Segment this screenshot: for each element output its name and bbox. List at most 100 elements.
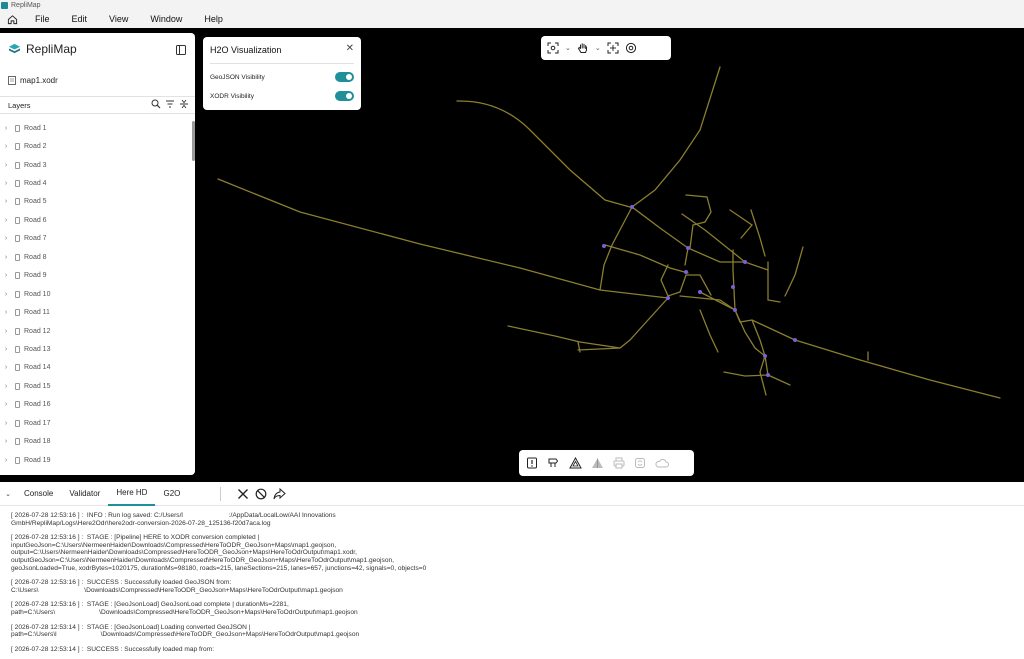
road-icon: [15, 235, 20, 243]
file-row[interactable]: map1.xodr: [8, 76, 58, 85]
road-list-item[interactable]: › Road 1: [0, 119, 190, 137]
menu-file[interactable]: File: [24, 14, 61, 24]
road-list-item[interactable]: › Road 19: [0, 451, 190, 469]
road-icon: [15, 290, 20, 298]
road-edit-icon[interactable]: [547, 457, 560, 469]
road-list: › Road 1 › Road 2 › Road 3 › Road 4 › Road 5 …: [0, 119, 190, 469]
chevron-right-icon[interactable]: ›: [0, 457, 12, 464]
filter-icon[interactable]: [165, 99, 175, 109]
search-icon[interactable]: [151, 99, 161, 109]
collapse-chevron-icon[interactable]: ⌄: [0, 490, 16, 498]
road-icon: [15, 272, 20, 280]
chevron-right-icon[interactable]: ›: [0, 401, 12, 408]
tab-console[interactable]: Console: [16, 482, 61, 506]
dock-panel-icon[interactable]: [176, 42, 186, 60]
road-list-item[interactable]: › Road 13: [0, 340, 190, 358]
road-icon: [15, 345, 20, 353]
road-list-item[interactable]: › Road 16: [0, 396, 190, 414]
log-entry: [ 2026-07-28 12:53:16 ] : STAGE : [GeoJs…: [11, 601, 358, 616]
divider: [220, 486, 222, 501]
road-list-item[interactable]: › Road 12: [0, 322, 190, 340]
log-entry: [ 2026-07-28 12:53:16 ] : SUCCESS : Succ…: [11, 579, 343, 594]
chevron-right-icon[interactable]: ›: [0, 254, 12, 261]
road-list-item[interactable]: › Road 14: [0, 359, 190, 377]
chevron-right-icon[interactable]: ›: [0, 346, 12, 353]
road-list-item[interactable]: › Road 2: [0, 137, 190, 155]
geojson-visibility-toggle[interactable]: [335, 72, 354, 82]
chevron-right-icon[interactable]: ›: [0, 364, 12, 371]
road-list-item[interactable]: › Road 7: [0, 230, 190, 248]
app-window: RepliMap File Edit View Window Help Repl…: [0, 0, 1024, 659]
chevron-right-icon[interactable]: ›: [0, 143, 12, 150]
road-list-item[interactable]: › Road 6: [0, 211, 190, 229]
log-output: [ 2026-07-28 12:53:16 ] : INFO : Run log…: [11, 512, 1018, 659]
collapse-all-icon[interactable]: [179, 99, 189, 109]
road-list-item[interactable]: › Road 10: [0, 285, 190, 303]
warning-sign-icon[interactable]: [526, 457, 538, 469]
focus-target-icon[interactable]: [607, 42, 619, 54]
chevron-right-icon[interactable]: ›: [0, 291, 12, 298]
close-icon[interactable]: [237, 488, 249, 500]
chevron-down-icon[interactable]: ⌄: [595, 44, 601, 52]
road-label: Road 7: [24, 235, 47, 243]
road-network: [217, 66, 1001, 399]
chevron-right-icon[interactable]: ›: [0, 420, 12, 427]
chevron-right-icon[interactable]: ›: [0, 272, 12, 279]
menu-edit[interactable]: Edit: [61, 14, 99, 24]
road-list-item[interactable]: › Road 3: [0, 156, 190, 174]
tab-validator[interactable]: Validator: [61, 482, 108, 506]
road-icon: [15, 382, 20, 390]
menu-window[interactable]: Window: [139, 14, 193, 24]
chevron-right-icon[interactable]: ›: [0, 180, 12, 187]
xodr-visibility-toggle[interactable]: [335, 91, 354, 101]
console-tab-bar: ⌄ Console Validator Here HD G2O: [0, 482, 1024, 506]
road-list-item[interactable]: › Road 4: [0, 174, 190, 192]
chevron-right-icon[interactable]: ›: [0, 383, 12, 390]
chevron-right-icon[interactable]: ›: [0, 198, 12, 205]
tab-here-hd[interactable]: Here HD: [108, 482, 156, 506]
road-list-item[interactable]: › Road 11: [0, 303, 190, 321]
chevron-right-icon[interactable]: ›: [0, 217, 12, 224]
rotate-view-icon[interactable]: [625, 42, 637, 54]
road-list-item[interactable]: › Road 15: [0, 377, 190, 395]
pan-hand-icon[interactable]: [577, 42, 589, 54]
road-label: Road 18: [24, 438, 51, 446]
menu-view[interactable]: View: [98, 14, 139, 24]
chevron-right-icon[interactable]: ›: [0, 328, 12, 335]
terrain-icon[interactable]: [591, 457, 604, 469]
window-title: RepliMap: [11, 1, 41, 9]
road-label: Road 4: [24, 180, 47, 188]
road-icon: [15, 401, 20, 409]
road-label: Road 2: [24, 143, 47, 151]
road-list-item[interactable]: › Road 18: [0, 432, 190, 450]
close-icon[interactable]: ✕: [346, 43, 354, 54]
road-list-scrollbar[interactable]: [192, 121, 195, 161]
lane-triangle-icon[interactable]: [569, 457, 582, 469]
tab-g2o[interactable]: G2O: [155, 482, 188, 506]
road-icon: [15, 180, 20, 188]
road-list-item[interactable]: › Road 9: [0, 267, 190, 285]
chevron-right-icon[interactable]: ›: [0, 309, 12, 316]
road-list-item[interactable]: › Road 17: [0, 414, 190, 432]
road-icon: [15, 198, 20, 206]
road-label: Road 19: [24, 456, 51, 464]
chevron-right-icon[interactable]: ›: [0, 162, 12, 169]
road-list-item[interactable]: › Road 8: [0, 248, 190, 266]
sync-icon[interactable]: [634, 457, 646, 469]
chevron-down-icon[interactable]: ⌄: [565, 44, 571, 52]
stop-icon[interactable]: [255, 488, 267, 500]
menu-help[interactable]: Help: [193, 14, 234, 24]
geojson-visibility-row: GeoJSON Visibility: [210, 70, 354, 84]
road-icon: [15, 419, 20, 427]
chevron-right-icon[interactable]: ›: [0, 125, 12, 132]
file-name: map1.xodr: [20, 76, 58, 85]
app-logo-icon: [1, 1, 8, 9]
share-forward-icon[interactable]: [273, 487, 287, 500]
chevron-right-icon[interactable]: ›: [0, 438, 12, 445]
frame-select-icon[interactable]: [547, 42, 559, 54]
print-icon[interactable]: [613, 457, 625, 469]
home-icon[interactable]: [0, 14, 24, 25]
chevron-right-icon[interactable]: ›: [0, 235, 12, 242]
road-list-item[interactable]: › Road 5: [0, 193, 190, 211]
cloud-icon[interactable]: [655, 457, 669, 469]
